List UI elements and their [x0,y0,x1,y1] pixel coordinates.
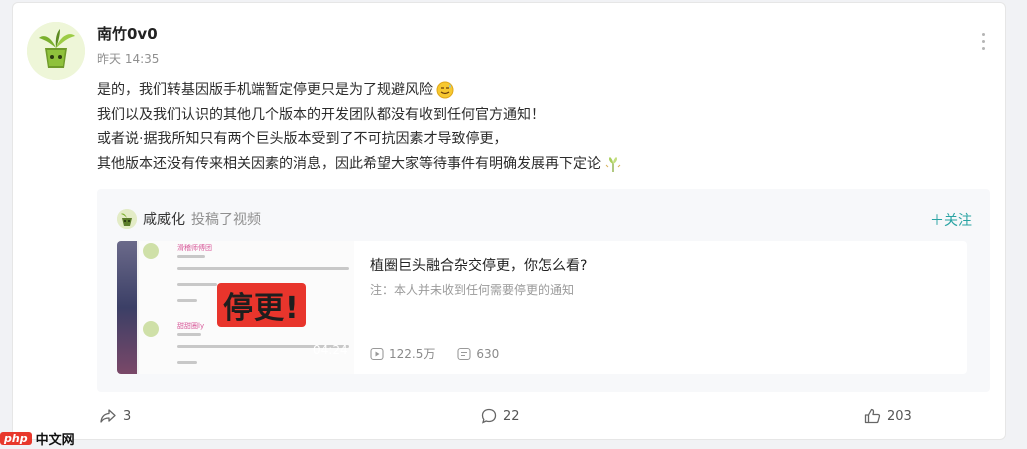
post-content: 是的，我们转基因版手机端暂定停更只是为了规避风险 我们以及我们认识的其他几个版本… [97,78,977,176]
post-line: 我们以及我们认识的其他几个版本的开发团队都没有收到任何官方通知！ [97,106,545,123]
plus-icon: ＋ [930,213,944,229]
thumb-username: 甜甜圈ly [177,322,205,330]
more-options-icon[interactable] [979,33,987,55]
repost-card[interactable]: 咸威化 投稿了视频 ＋关注 滑稽师傅团 甜甜圈ly 停更! 04:24 植圈巨头… [97,189,990,392]
danmaku-count: 630 [457,347,499,361]
video-card[interactable]: 滑稽师傅团 甜甜圈ly 停更! 04:24 植圈巨头融合杂交停更，你怎么看? 注… [117,241,967,374]
video-thumbnail[interactable]: 滑稽师傅团 甜甜圈ly 停更! 04:24 [117,241,354,374]
share-button[interactable]: 3 [99,408,131,424]
comment-button[interactable]: 22 [481,408,520,424]
action-bar: 3 22 203 [13,408,1005,432]
share-icon [100,409,116,423]
thumb-avatar [143,321,159,337]
thumb-stamp: 停更! [217,283,306,327]
post-card: 南竹0v0 昨天 14:35 是的，我们转基因版手机端暂定停更只是为了规避风险 … [12,2,1006,440]
post-line: 其他版本还没有传来相关因素的消息，因此希望大家等待事件有明确发展再下定论 [97,152,977,177]
video-duration: 04:24 [313,343,348,357]
thumb-username: 滑稽师傅团 [177,244,212,252]
repost-username[interactable]: 咸威化 [143,209,185,229]
video-description: 注：本人并未收到任何需要停更的通知 [370,283,575,297]
watermark-logo: php [0,431,32,445]
sweat-smile-emoji-icon [436,81,454,99]
repost-user-avatar[interactable] [117,209,137,229]
plant-sprout-emoji-icon [604,155,622,173]
repost-header: 咸威化 投稿了视频 [117,209,261,229]
repost-action-text: 投稿了视频 [191,212,261,228]
video-title[interactable]: 植圈巨头融合杂交停更，你怎么看? [370,255,587,275]
post-line: 是的，我们转基因版手机端暂定停更只是为了规避风险 [97,78,977,103]
comment-icon [481,408,497,424]
play-count-icon [370,347,384,360]
video-stats: 122.5万 630 [370,345,521,362]
thumb-avatar [143,243,159,259]
post-time: 昨天 14:35 [97,52,160,66]
author-name[interactable]: 南竹0v0 [97,23,158,44]
watermark: php 中文网 [0,427,75,449]
play-count: 122.5万 [370,345,435,362]
thumbs-up-icon [864,408,881,424]
post-line: 或者说·据我所知只有两个巨头版本受到了不可抗因素才导致停更， [97,131,508,147]
author-avatar[interactable] [27,22,85,80]
danmaku-icon [457,347,471,360]
watermark-text: 中文网 [35,432,75,448]
like-button[interactable]: 203 [864,408,912,424]
follow-button[interactable]: ＋关注 [930,210,972,230]
